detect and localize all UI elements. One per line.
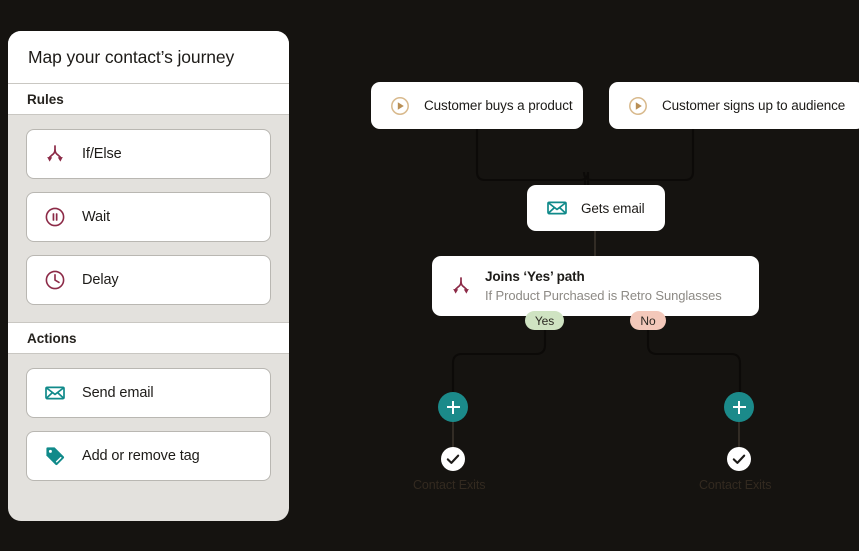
check-icon bbox=[732, 454, 746, 464]
play-circle-icon bbox=[627, 95, 649, 117]
branch-icon bbox=[450, 275, 472, 297]
palette-item-label: Wait bbox=[82, 209, 111, 225]
palette-item-delay[interactable]: Delay bbox=[26, 255, 271, 305]
flow-node-if-else-condition[interactable]: Joins ‘Yes’ path If Product Purchased is… bbox=[432, 256, 759, 316]
connector-triggers-to-email bbox=[475, 128, 695, 188]
connector-yes-branch bbox=[451, 318, 547, 403]
envelope-icon bbox=[546, 197, 568, 219]
tag-icon bbox=[43, 444, 67, 468]
branch-icon bbox=[43, 142, 67, 166]
flow-node-text-block: Joins ‘Yes’ path If Product Purchased is… bbox=[485, 268, 722, 304]
contact-exits-label-no: Contact Exits bbox=[699, 478, 772, 492]
flow-node-trigger-buys-product[interactable]: Customer buys a product bbox=[371, 82, 583, 129]
play-circle-icon bbox=[389, 95, 411, 117]
panel-title: Map your contact’s journey bbox=[8, 31, 289, 83]
flow-node-trigger-signs-up-audience[interactable]: Customer signs up to audience bbox=[609, 82, 859, 129]
connector-no-branch bbox=[646, 318, 742, 403]
palette-item-add-or-remove-tag[interactable]: Add or remove tag bbox=[26, 431, 271, 481]
palette-item-label: Send email bbox=[82, 385, 154, 401]
branch-pill-yes[interactable]: Yes bbox=[525, 311, 564, 330]
add-step-button-yes-branch[interactable] bbox=[438, 392, 468, 422]
add-step-button-no-branch[interactable] bbox=[724, 392, 754, 422]
palette-item-label: If/Else bbox=[82, 146, 122, 162]
section-header-rules: Rules bbox=[8, 83, 289, 115]
section-body-rules: If/Else Wait Delay bbox=[8, 115, 289, 322]
flow-node-subtitle: If Product Purchased is Retro Sunglasses bbox=[485, 288, 722, 303]
contact-exits-node-yes[interactable] bbox=[441, 447, 465, 471]
palette-item-label: Add or remove tag bbox=[82, 448, 200, 464]
flow-node-label: Customer signs up to audience bbox=[662, 98, 846, 113]
branch-pill-no[interactable]: No bbox=[630, 311, 666, 330]
clock-icon bbox=[43, 268, 67, 292]
section-header-actions: Actions bbox=[8, 322, 289, 354]
palette-item-if-else[interactable]: If/Else bbox=[26, 129, 271, 179]
contact-exits-node-no[interactable] bbox=[727, 447, 751, 471]
journey-canvas[interactable]: Map your contact’s journey Rules If/Else bbox=[0, 0, 859, 551]
section-body-actions: Send email Add or remove tag bbox=[8, 354, 289, 498]
check-icon bbox=[446, 454, 460, 464]
contact-exits-label-yes: Contact Exits bbox=[413, 478, 486, 492]
pause-circle-icon bbox=[43, 205, 67, 229]
palette-item-wait[interactable]: Wait bbox=[26, 192, 271, 242]
flow-node-label: Customer buys a product bbox=[424, 98, 573, 113]
flow-node-title: Joins ‘Yes’ path bbox=[485, 269, 585, 284]
palette-item-send-email[interactable]: Send email bbox=[26, 368, 271, 418]
connector-add-to-exit-no bbox=[738, 420, 740, 450]
palette-item-label: Delay bbox=[82, 272, 119, 288]
envelope-icon bbox=[43, 381, 67, 405]
connector-email-to-condition bbox=[594, 229, 596, 258]
flow-node-label: Gets email bbox=[581, 200, 645, 216]
node-palette-panel: Map your contact’s journey Rules If/Else bbox=[8, 31, 289, 521]
flow-node-gets-email[interactable]: Gets email bbox=[527, 185, 665, 231]
connector-add-to-exit-yes bbox=[452, 420, 454, 450]
